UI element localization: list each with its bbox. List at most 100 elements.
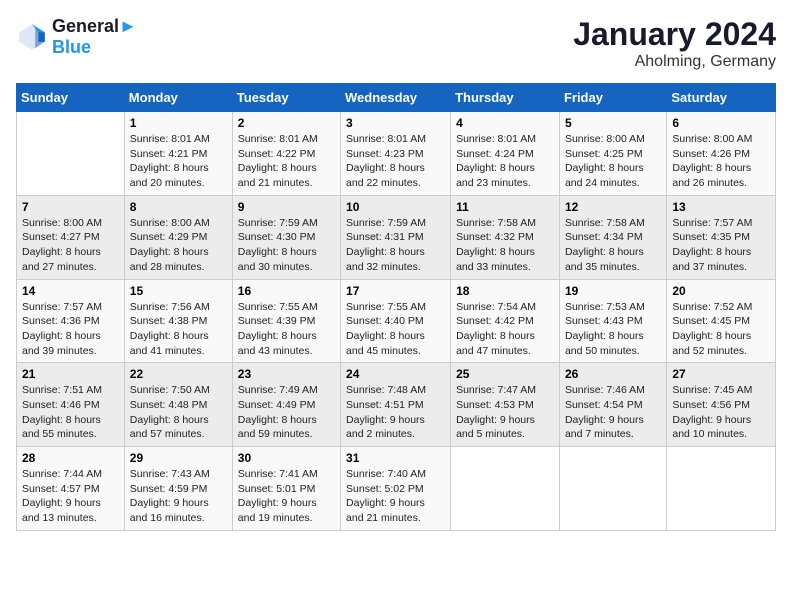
day-number: 13 <box>672 200 770 214</box>
cell-info: Sunrise: 7:45 AMSunset: 4:56 PMDaylight:… <box>672 383 770 442</box>
day-cell: 9 Sunrise: 7:59 AMSunset: 4:30 PMDaylight… <box>232 195 340 279</box>
cell-info: Sunrise: 7:43 AMSunset: 4:59 PMDaylight:… <box>130 467 227 526</box>
header-cell-thursday: Thursday <box>451 84 560 112</box>
cell-info: Sunrise: 7:51 AMSunset: 4:46 PMDaylight:… <box>22 383 119 442</box>
day-cell: 7 Sunrise: 8:00 AMSunset: 4:27 PMDaylight… <box>17 195 125 279</box>
day-cell: 15 Sunrise: 7:56 AMSunset: 4:38 PMDayligh… <box>124 279 232 363</box>
cell-info: Sunrise: 8:01 AMSunset: 4:22 PMDaylight:… <box>238 132 335 191</box>
cell-info: Sunrise: 7:52 AMSunset: 4:45 PMDaylight:… <box>672 300 770 359</box>
day-cell: 14 Sunrise: 7:57 AMSunset: 4:36 PMDayligh… <box>17 279 125 363</box>
day-cell: 13 Sunrise: 7:57 AMSunset: 4:35 PMDayligh… <box>667 195 776 279</box>
day-number: 6 <box>672 116 770 130</box>
day-number: 29 <box>130 451 227 465</box>
day-cell: 21Sunrise: 7:51 AMSunset: 4:46 PMDayligh… <box>17 363 125 447</box>
header-cell-saturday: Saturday <box>667 84 776 112</box>
cell-info: Sunrise: 8:01 AMSunset: 4:24 PMDaylight:… <box>456 132 554 191</box>
week-row-5: 28Sunrise: 7:44 AMSunset: 4:57 PMDayligh… <box>17 447 776 531</box>
cell-info: Sunrise: 7:57 AMSunset: 4:36 PMDaylight:… <box>22 300 119 359</box>
week-row-2: 7 Sunrise: 8:00 AMSunset: 4:27 PMDaylight… <box>17 195 776 279</box>
day-number: 14 <box>22 284 119 298</box>
day-cell: 11Sunrise: 7:58 AMSunset: 4:32 PMDayligh… <box>451 195 560 279</box>
title-block: January 2024 Aholming, Germany <box>573 16 776 71</box>
cell-info: Sunrise: 7:55 AMSunset: 4:39 PMDaylight:… <box>238 300 335 359</box>
day-number: 10 <box>346 200 445 214</box>
cell-info: Sunrise: 7:50 AMSunset: 4:48 PMDaylight:… <box>130 383 227 442</box>
day-cell: 2 Sunrise: 8:01 AMSunset: 4:22 PMDaylight… <box>232 112 340 196</box>
day-number: 12 <box>565 200 661 214</box>
day-cell: 29 Sunrise: 7:43 AMSunset: 4:59 PMDayligh… <box>124 447 232 531</box>
header-cell-tuesday: Tuesday <box>232 84 340 112</box>
day-number: 19 <box>565 284 661 298</box>
cell-info: Sunrise: 7:59 AMSunset: 4:31 PMDaylight:… <box>346 216 445 275</box>
day-cell: 30 Sunrise: 7:41 AMSunset: 5:01 PMDayligh… <box>232 447 340 531</box>
day-cell: 22 Sunrise: 7:50 AMSunset: 4:48 PMDayligh… <box>124 363 232 447</box>
cell-info: Sunrise: 7:47 AMSunset: 4:53 PMDaylight:… <box>456 383 554 442</box>
day-cell <box>667 447 776 531</box>
day-cell: 8Sunrise: 8:00 AMSunset: 4:29 PMDaylight… <box>124 195 232 279</box>
day-cell: 5Sunrise: 8:00 AMSunset: 4:25 PMDaylight… <box>559 112 666 196</box>
day-number: 17 <box>346 284 445 298</box>
day-number: 16 <box>238 284 335 298</box>
day-cell: 31Sunrise: 7:40 AMSunset: 5:02 PMDayligh… <box>341 447 451 531</box>
day-cell: 17Sunrise: 7:55 AMSunset: 4:40 PMDayligh… <box>341 279 451 363</box>
day-cell: 19 Sunrise: 7:53 AMSunset: 4:43 PMDayligh… <box>559 279 666 363</box>
day-cell: 20Sunrise: 7:52 AMSunset: 4:45 PMDayligh… <box>667 279 776 363</box>
day-number: 2 <box>238 116 335 130</box>
logo: General► Blue <box>16 16 137 58</box>
cell-info: Sunrise: 7:41 AMSunset: 5:01 PMDaylight:… <box>238 467 335 526</box>
day-cell: 12 Sunrise: 7:58 AMSunset: 4:34 PMDayligh… <box>559 195 666 279</box>
day-cell: 27 Sunrise: 7:45 AMSunset: 4:56 PMDayligh… <box>667 363 776 447</box>
header-row: SundayMondayTuesdayWednesdayThursdayFrid… <box>17 84 776 112</box>
day-cell <box>17 112 125 196</box>
day-number: 30 <box>238 451 335 465</box>
day-number: 24 <box>346 367 445 381</box>
day-cell: 16 Sunrise: 7:55 AMSunset: 4:39 PMDayligh… <box>232 279 340 363</box>
week-row-1: 1Sunrise: 8:01 AMSunset: 4:21 PMDaylight… <box>17 112 776 196</box>
header-cell-monday: Monday <box>124 84 232 112</box>
cell-info: Sunrise: 7:44 AMSunset: 4:57 PMDaylight:… <box>22 467 119 526</box>
calendar-table: SundayMondayTuesdayWednesdayThursdayFrid… <box>16 83 776 531</box>
day-number: 25 <box>456 367 554 381</box>
day-number: 8 <box>130 200 227 214</box>
day-number: 22 <box>130 367 227 381</box>
page-header: General► Blue January 2024 Aholming, Ger… <box>16 16 776 71</box>
cell-info: Sunrise: 7:59 AMSunset: 4:30 PMDaylight:… <box>238 216 335 275</box>
calendar-subtitle: Aholming, Germany <box>573 53 776 71</box>
day-number: 15 <box>130 284 227 298</box>
cell-info: Sunrise: 8:00 AMSunset: 4:27 PMDaylight:… <box>22 216 119 275</box>
calendar-title: January 2024 <box>573 16 776 53</box>
cell-info: Sunrise: 8:01 AMSunset: 4:23 PMDaylight:… <box>346 132 445 191</box>
header-cell-sunday: Sunday <box>17 84 125 112</box>
day-number: 3 <box>346 116 445 130</box>
day-number: 11 <box>456 200 554 214</box>
day-number: 27 <box>672 367 770 381</box>
day-number: 9 <box>238 200 335 214</box>
day-cell: 6 Sunrise: 8:00 AMSunset: 4:26 PMDaylight… <box>667 112 776 196</box>
day-number: 7 <box>22 200 119 214</box>
day-cell <box>559 447 666 531</box>
day-number: 26 <box>565 367 661 381</box>
day-cell: 25 Sunrise: 7:47 AMSunset: 4:53 PMDayligh… <box>451 363 560 447</box>
cell-info: Sunrise: 7:54 AMSunset: 4:42 PMDaylight:… <box>456 300 554 359</box>
cell-info: Sunrise: 7:49 AMSunset: 4:49 PMDaylight:… <box>238 383 335 442</box>
cell-info: Sunrise: 8:00 AMSunset: 4:26 PMDaylight:… <box>672 132 770 191</box>
cell-info: Sunrise: 7:40 AMSunset: 5:02 PMDaylight:… <box>346 467 445 526</box>
header-cell-friday: Friday <box>559 84 666 112</box>
day-cell: 1Sunrise: 8:01 AMSunset: 4:21 PMDaylight… <box>124 112 232 196</box>
logo-icon <box>16 21 48 53</box>
day-cell: 10 Sunrise: 7:59 AMSunset: 4:31 PMDayligh… <box>341 195 451 279</box>
day-cell: 4 Sunrise: 8:01 AMSunset: 4:24 PMDaylight… <box>451 112 560 196</box>
day-number: 4 <box>456 116 554 130</box>
cell-info: Sunrise: 8:01 AMSunset: 4:21 PMDaylight:… <box>130 132 227 191</box>
week-row-4: 21Sunrise: 7:51 AMSunset: 4:46 PMDayligh… <box>17 363 776 447</box>
cell-info: Sunrise: 7:57 AMSunset: 4:35 PMDaylight:… <box>672 216 770 275</box>
cell-info: Sunrise: 7:58 AMSunset: 4:34 PMDaylight:… <box>565 216 661 275</box>
day-cell: 3 Sunrise: 8:01 AMSunset: 4:23 PMDaylight… <box>341 112 451 196</box>
day-number: 18 <box>456 284 554 298</box>
cell-info: Sunrise: 8:00 AMSunset: 4:25 PMDaylight:… <box>565 132 661 191</box>
cell-info: Sunrise: 7:48 AMSunset: 4:51 PMDaylight:… <box>346 383 445 442</box>
day-cell: 18 Sunrise: 7:54 AMSunset: 4:42 PMDayligh… <box>451 279 560 363</box>
cell-info: Sunrise: 7:53 AMSunset: 4:43 PMDaylight:… <box>565 300 661 359</box>
cell-info: Sunrise: 7:56 AMSunset: 4:38 PMDaylight:… <box>130 300 227 359</box>
header-cell-wednesday: Wednesday <box>341 84 451 112</box>
